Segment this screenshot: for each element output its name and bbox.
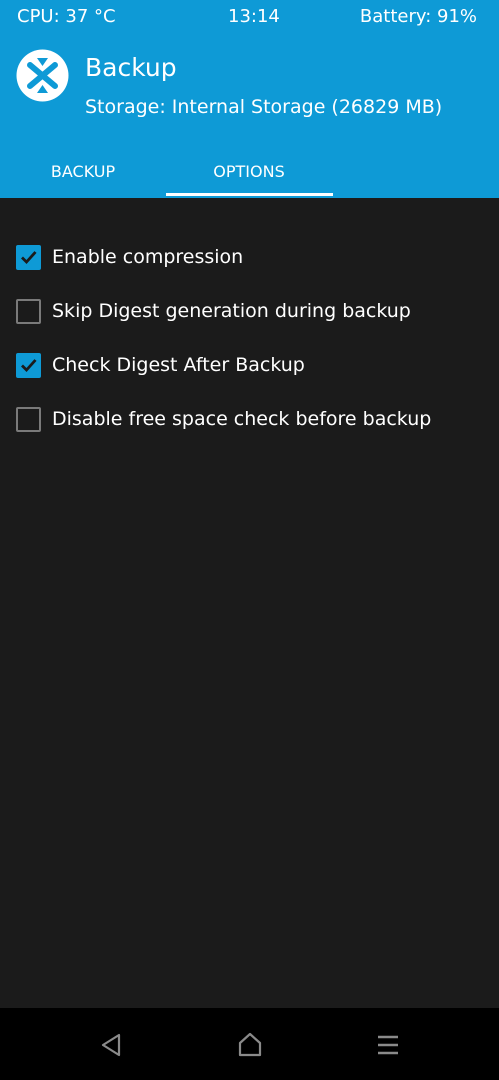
twrp-logo-icon — [16, 49, 69, 102]
tab-backup[interactable]: BACKUP — [0, 152, 166, 198]
cpu-temperature: CPU: 37 °C — [17, 6, 116, 27]
page-title: Backup — [85, 53, 177, 82]
checkbox-unchecked[interactable] — [16, 299, 41, 324]
tab-options[interactable]: OPTIONS — [166, 152, 332, 198]
checkmark-icon — [21, 359, 37, 373]
checkbox-checked[interactable] — [16, 245, 41, 270]
option-label: Skip Digest generation during backup — [52, 300, 411, 322]
menu-icon[interactable] — [371, 1028, 405, 1062]
navigation-bar — [0, 1008, 499, 1080]
checkbox-checked[interactable] — [16, 353, 41, 378]
home-icon[interactable] — [233, 1028, 267, 1062]
battery-level: Battery: 91% — [359, 6, 477, 27]
tab-bar: BACKUP OPTIONS — [0, 152, 499, 198]
checkmark-icon — [21, 251, 37, 265]
option-disable-free-space-check[interactable]: Disable free space check before backup — [0, 396, 499, 444]
status-bar: CPU: 37 °C 13:14 Battery: 91% — [0, 0, 499, 40]
option-label: Enable compression — [52, 246, 244, 268]
option-label: Disable free space check before backup — [52, 408, 432, 430]
option-label: Check Digest After Backup — [52, 354, 305, 376]
option-enable-compression[interactable]: Enable compression — [0, 234, 499, 282]
option-skip-digest[interactable]: Skip Digest generation during backup — [0, 288, 499, 336]
checkbox-unchecked[interactable] — [16, 407, 41, 432]
back-icon[interactable] — [94, 1028, 128, 1062]
header: Backup Storage: Internal Storage (26829 … — [0, 40, 499, 198]
active-tab-indicator — [166, 193, 333, 196]
option-check-digest[interactable]: Check Digest After Backup — [0, 342, 499, 390]
clock: 13:14 — [228, 6, 280, 27]
storage-info[interactable]: Storage: Internal Storage (26829 MB) — [85, 96, 442, 118]
